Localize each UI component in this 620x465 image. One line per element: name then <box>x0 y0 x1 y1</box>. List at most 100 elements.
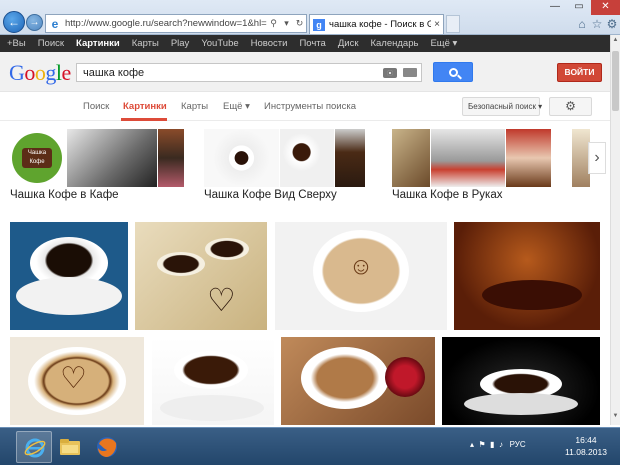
close-icon[interactable]: ✕ <box>591 0 620 15</box>
logo-letter: o <box>24 60 35 85</box>
star-icon[interactable]: ☆ <box>590 17 604 31</box>
address-bar[interactable]: e http://www.google.ru/search?newwindow=… <box>45 14 307 33</box>
related-search-cafe[interactable]: Чашка Кофе Чашка Кофе в Кафе <box>10 129 185 204</box>
system-tray[interactable]: ▴ ⚑ ▮ ♪ РУС <box>470 440 526 449</box>
taskbar-internet-explorer[interactable] <box>16 431 52 463</box>
related-search-in-hands[interactable]: Чашка Кофе в Руках <box>392 129 568 204</box>
related-label[interactable]: Чашка Кофе в Руках <box>392 189 502 201</box>
related-label[interactable]: Чашка Кофе Вид Сверху <box>204 189 337 201</box>
cup-shape <box>157 252 205 276</box>
minimize-icon[interactable]: — <box>543 0 567 15</box>
tab-title: чашка кофе - Поиск в Google <box>329 19 431 30</box>
tab-maps[interactable]: Карты <box>181 101 208 112</box>
related-thumbnail <box>392 129 430 187</box>
tab-close-icon[interactable]: × <box>431 19 443 30</box>
google-bar: +Вы Поиск Картинки Карты Play YouTube Но… <box>0 35 610 52</box>
image-result[interactable]: ☺ <box>275 222 447 330</box>
gbar-item-news[interactable]: Новости <box>251 38 288 49</box>
tab-search-tools[interactable]: Инструменты поиска <box>264 101 356 112</box>
vertical-scrollbar[interactable]: ▲ ▼ <box>610 35 620 425</box>
gbar-item-maps[interactable]: Карты <box>132 38 159 49</box>
search-icon <box>448 67 458 77</box>
search-icon[interactable]: ⚲ <box>267 18 280 29</box>
image-result[interactable]: ♡ <box>135 222 267 330</box>
related-next-arrow-icon[interactable]: › <box>588 142 606 174</box>
image-result[interactable] <box>281 337 435 425</box>
google-logo[interactable]: Google <box>9 60 71 86</box>
scroll-up-arrow-icon[interactable]: ▲ <box>611 37 620 46</box>
dropdown-icon[interactable]: ▾ <box>280 18 293 29</box>
address-bar-url[interactable]: http://www.google.ru/search?newwindow=1&… <box>65 18 267 29</box>
image-result[interactable] <box>152 337 274 425</box>
gbar-item-play[interactable]: Play <box>171 38 189 49</box>
heart-icon: ♡ <box>60 362 87 395</box>
language-indicator[interactable]: РУС <box>510 440 526 449</box>
windows-taskbar: ▴ ⚑ ▮ ♪ РУС 16:44 11.08.2013 <box>0 427 620 465</box>
tab-more[interactable]: Ещё ▾ <box>223 101 250 112</box>
forward-arrow-icon: → <box>29 17 40 28</box>
gbar-item-plus[interactable]: +Вы <box>7 38 26 49</box>
tab-images[interactable]: Картинки <box>123 101 167 112</box>
firefox-icon <box>97 437 117 457</box>
refresh-icon[interactable]: ↻ <box>293 18 306 29</box>
gear-icon: ⚙ <box>565 99 576 113</box>
back-button[interactable]: ← <box>3 11 25 33</box>
logo-badge: Чашка Кофе <box>22 148 52 168</box>
related-label[interactable]: Чашка Кофе в Кафе <box>10 189 119 201</box>
related-thumbnail: Чашка Кофе <box>10 129 66 187</box>
gbar-item-youtube[interactable]: YouTube <box>201 38 238 49</box>
gbar-item-mail[interactable]: Почта <box>299 38 325 49</box>
tab-search[interactable]: Поиск <box>83 101 109 112</box>
related-search-top-view[interactable]: Чашка Кофе Вид Сверху <box>204 129 380 204</box>
signin-button[interactable]: ВОЙТИ <box>557 63 602 82</box>
settings-button[interactable]: ⚙ <box>549 97 592 116</box>
rose-shape <box>385 357 425 397</box>
search-header: Google ВОЙТИ <box>0 52 610 92</box>
related-thumbnail <box>280 129 334 187</box>
clock-time: 16:44 <box>575 435 597 445</box>
home-icon[interactable]: ⌂ <box>575 17 589 31</box>
gbar-item-search[interactable]: Поиск <box>38 38 64 49</box>
active-tab-indicator <box>121 118 167 121</box>
new-tab-button[interactable] <box>446 15 460 33</box>
taskbar-firefox[interactable] <box>89 431 125 463</box>
flag-icon[interactable]: ⚑ <box>478 440 485 449</box>
image-result[interactable] <box>454 222 600 330</box>
scrollbar-thumb[interactable] <box>612 51 619 111</box>
logo-letter: g <box>45 60 56 85</box>
taskbar-file-explorer[interactable] <box>52 431 88 463</box>
volume-icon[interactable]: ♪ <box>499 440 503 449</box>
forward-button[interactable]: → <box>26 14 43 31</box>
network-icon[interactable]: ▮ <box>490 440 494 449</box>
gbar-item-more[interactable]: Ещё ▾ <box>430 38 457 49</box>
image-result[interactable] <box>442 337 600 425</box>
clock[interactable]: 16:44 11.08.2013 <box>560 434 612 458</box>
search-button[interactable] <box>433 62 473 82</box>
maximize-icon[interactable]: ▭ <box>567 0 591 15</box>
related-thumbnail <box>158 129 184 187</box>
page-icon: e <box>51 16 59 31</box>
image-result[interactable]: ♡ <box>10 337 144 425</box>
gbar-item-drive[interactable]: Диск <box>338 38 359 49</box>
image-result[interactable] <box>10 222 128 330</box>
keyboard-icon[interactable] <box>403 68 417 77</box>
tray-up-icon[interactable]: ▴ <box>470 440 474 449</box>
search-tabs: Поиск Картинки Карты Ещё ▾ Инструменты п… <box>0 92 610 121</box>
logo-letter: o <box>34 60 46 85</box>
camera-icon[interactable] <box>383 67 397 78</box>
chashka-kofe-logo: Чашка Кофе <box>12 133 62 183</box>
search-box[interactable] <box>76 63 422 82</box>
scroll-down-arrow-icon[interactable]: ▼ <box>611 413 620 422</box>
related-thumbnail <box>204 129 279 187</box>
safesearch-dropdown[interactable]: Безопасный поиск ▾ <box>462 97 542 116</box>
saucer-shape <box>16 277 122 315</box>
browser-tab[interactable]: g чашка кофе - Поиск в Google × <box>309 14 444 34</box>
logo-letter: G <box>9 60 25 85</box>
related-thumbnail <box>431 129 505 187</box>
related-thumbnail <box>335 129 365 187</box>
search-input[interactable] <box>83 66 383 79</box>
gear-icon[interactable]: ⚙ <box>605 17 619 31</box>
gbar-item-images[interactable]: Картинки <box>76 38 120 49</box>
gbar-item-calendar[interactable]: Календарь <box>370 38 418 49</box>
cup-shape <box>174 351 248 389</box>
